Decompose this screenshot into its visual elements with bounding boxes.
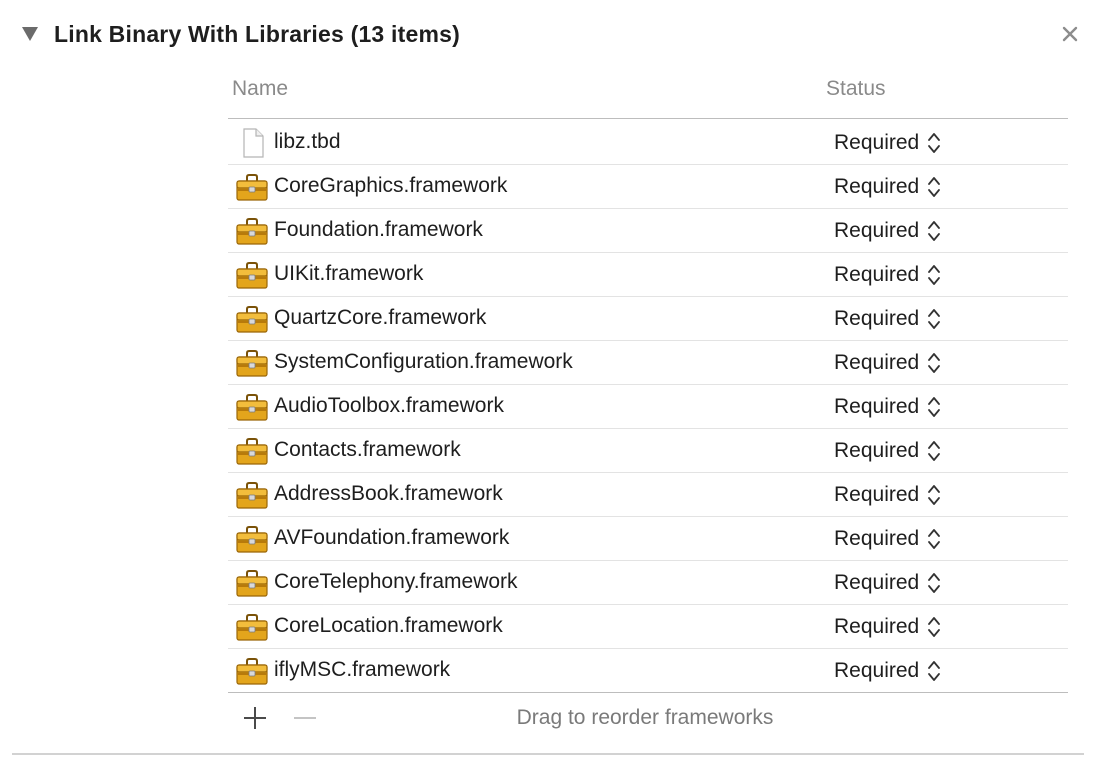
toolbox-icon <box>236 304 268 334</box>
table-footer: Drag to reorder frameworks <box>228 693 1068 743</box>
library-name: Contacts.framework <box>274 438 461 461</box>
updown-chevron-icon <box>927 174 941 200</box>
table-row[interactable]: AVFoundation.framework Required <box>228 517 1068 561</box>
table-row[interactable]: iflyMSC.framework Required <box>228 649 1068 693</box>
column-header-name[interactable]: Name <box>232 77 288 101</box>
status-popup[interactable]: Required <box>834 218 941 244</box>
table-row[interactable]: CoreLocation.framework Required <box>228 605 1068 649</box>
table-row[interactable]: AddressBook.framework Required <box>228 473 1068 517</box>
column-header-status[interactable]: Status <box>826 77 886 101</box>
library-name: CoreTelephony.framework <box>274 570 518 593</box>
table-row[interactable]: QuartzCore.framework Required <box>228 297 1068 341</box>
table-row[interactable]: libz.tbd Required <box>228 121 1068 165</box>
table-header: Name Status <box>228 70 1068 119</box>
table-row[interactable]: Foundation.framework Required <box>228 209 1068 253</box>
table-rows: libz.tbd Required CoreGraphics.framework Re… <box>228 121 1068 693</box>
updown-chevron-icon <box>927 130 941 156</box>
library-name: iflyMSC.framework <box>274 658 451 681</box>
status-label: Required <box>834 131 920 154</box>
status-label: Required <box>834 307 920 330</box>
library-name: SystemConfiguration.framework <box>274 350 573 373</box>
toolbox-icon <box>236 392 268 422</box>
status-popup[interactable]: Required <box>834 306 941 332</box>
status-popup[interactable]: Required <box>834 350 941 376</box>
library-name: CoreGraphics.framework <box>274 174 508 197</box>
toolbox-icon <box>236 216 268 246</box>
toolbox-icon <box>236 568 268 598</box>
status-label: Required <box>834 483 920 506</box>
library-name: CoreLocation.framework <box>274 614 503 637</box>
file-icon <box>236 128 268 158</box>
reorder-hint: Drag to reorder frameworks <box>516 706 774 729</box>
table-row[interactable]: Contacts.framework Required <box>228 429 1068 473</box>
updown-chevron-icon <box>927 570 941 596</box>
table-row[interactable]: SystemConfiguration.framework Required <box>228 341 1068 385</box>
updown-chevron-icon <box>927 394 941 420</box>
updown-chevron-icon <box>927 482 941 508</box>
updown-chevron-icon <box>927 614 941 640</box>
library-name: libz.tbd <box>274 130 341 153</box>
status-label: Required <box>834 527 920 550</box>
section-divider <box>12 753 1084 755</box>
toolbox-icon <box>236 348 268 378</box>
status-label: Required <box>834 175 920 198</box>
library-name: AddressBook.framework <box>274 482 503 505</box>
updown-chevron-icon <box>927 350 941 376</box>
libraries-table: Name Status libz.tbd Required CoreGraphics… <box>228 70 1068 743</box>
toolbox-icon <box>236 436 268 466</box>
updown-chevron-icon <box>927 218 941 244</box>
toolbox-icon <box>236 656 268 686</box>
updown-chevron-icon <box>927 306 941 332</box>
status-popup[interactable]: Required <box>834 570 941 596</box>
table-row[interactable]: CoreGraphics.framework Required <box>228 165 1068 209</box>
status-label: Required <box>834 615 920 638</box>
status-popup[interactable]: Required <box>834 658 941 684</box>
status-popup[interactable]: Required <box>834 526 941 552</box>
status-popup[interactable]: Required <box>834 174 941 200</box>
library-name: AudioToolbox.framework <box>274 394 504 417</box>
updown-chevron-icon <box>927 526 941 552</box>
status-popup[interactable]: Required <box>834 614 941 640</box>
status-label: Required <box>834 395 920 418</box>
table-row[interactable]: CoreTelephony.framework Required <box>228 561 1068 605</box>
table-row[interactable]: AudioToolbox.framework Required <box>228 385 1068 429</box>
library-name: QuartzCore.framework <box>274 306 487 329</box>
updown-chevron-icon <box>927 262 941 288</box>
close-icon[interactable] <box>1058 22 1082 46</box>
toolbox-icon <box>236 480 268 510</box>
disclosure-triangle-icon[interactable] <box>22 27 38 41</box>
status-popup[interactable]: Required <box>834 394 941 420</box>
status-label: Required <box>834 571 920 594</box>
status-popup[interactable]: Required <box>834 130 941 156</box>
status-label: Required <box>834 263 920 286</box>
library-name: UIKit.framework <box>274 262 424 285</box>
toolbox-icon <box>236 524 268 554</box>
toolbox-icon <box>236 172 268 202</box>
status-popup[interactable]: Required <box>834 438 941 464</box>
status-popup[interactable]: Required <box>834 482 941 508</box>
updown-chevron-icon <box>927 438 941 464</box>
toolbox-icon <box>236 612 268 642</box>
section-title: Link Binary With Libraries (13 items) <box>54 20 460 47</box>
library-name: Foundation.framework <box>274 218 483 241</box>
status-popup[interactable]: Required <box>834 262 941 288</box>
table-row[interactable]: UIKit.framework Required <box>228 253 1068 297</box>
status-label: Required <box>834 659 920 682</box>
toolbox-icon <box>236 260 268 290</box>
status-label: Required <box>834 439 920 462</box>
status-label: Required <box>834 351 920 374</box>
section-header: Link Binary With Libraries (13 items) <box>22 18 460 50</box>
status-label: Required <box>834 219 920 242</box>
library-name: AVFoundation.framework <box>274 526 510 549</box>
updown-chevron-icon <box>927 658 941 684</box>
